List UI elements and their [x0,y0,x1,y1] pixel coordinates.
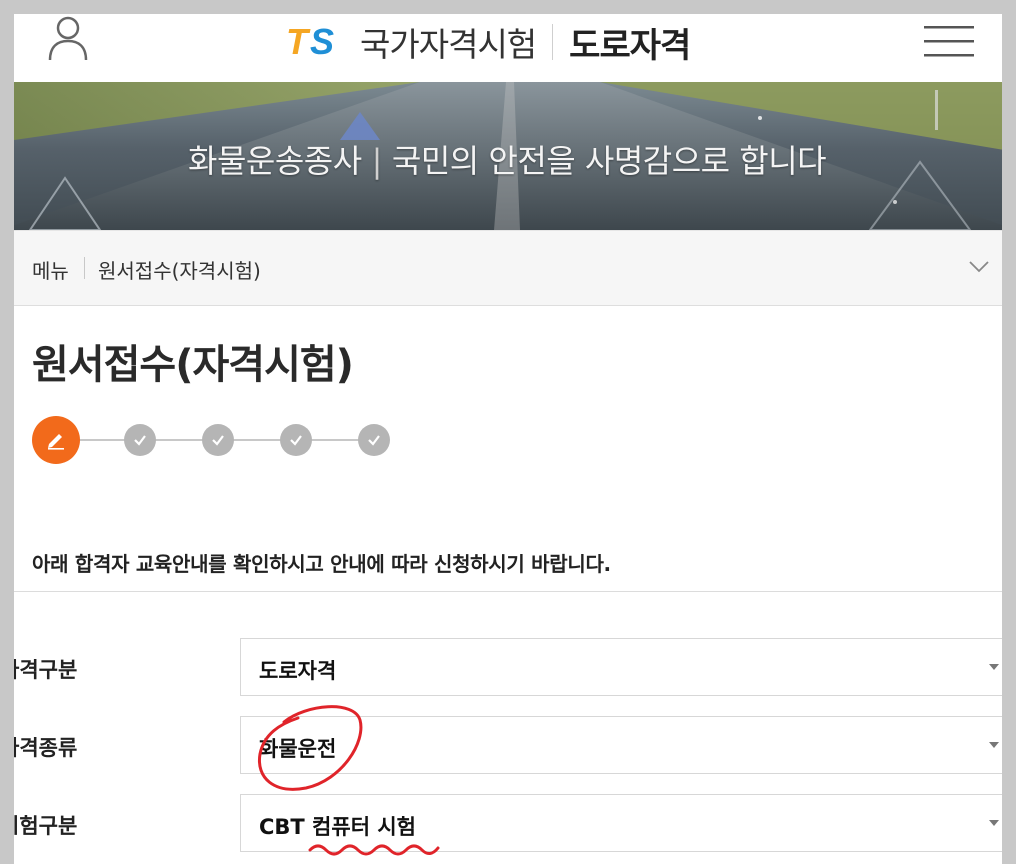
breadcrumb[interactable]: 메뉴 원서접수(자격시험) [14,230,1002,306]
step-5 [358,424,390,456]
check-icon [290,435,302,446]
check-icon [368,435,380,446]
form-label: 시험구분 [14,814,78,838]
logo-name: 국가자격시험 [360,25,537,64]
page-title: 원서접수(자격시험) [32,342,354,388]
select-value: 도로자격 [259,659,337,683]
site-logo[interactable]: T S 국가자격시험 도로자격 [286,20,691,66]
breadcrumb-menu-label[interactable]: 메뉴 [32,255,69,284]
hamburger-menu-icon[interactable] [924,24,974,58]
pencil-icon [48,434,64,450]
form-label: 자격구분 [14,658,78,682]
banner-slogan-text: 국민의 안전을 사명감으로 합니다 [391,142,827,180]
top-header: T S 국가자격시험 도로자격 [14,14,1002,82]
ts-logo-mark: T S [286,24,334,60]
caret-down-icon [989,664,999,670]
step-4 [280,424,312,456]
logo-divider [552,24,554,60]
qualification-type-select[interactable]: 화물운전 [240,716,1002,774]
exam-type-select[interactable]: CBT 컴퓨터 시험 [240,794,1002,852]
hero-banner: 화물운송종사 | 국민의 안전을 사명감으로 합니다 [14,82,1002,230]
caret-down-icon [989,820,999,826]
chevron-down-icon[interactable] [968,259,990,275]
svg-text:S: S [310,24,334,60]
form-row-exam-type: 시험구분 CBT 컴퓨터 시험 [14,794,1002,854]
check-icon [212,435,224,446]
step-2 [124,424,156,456]
form-label: 자격종류 [14,736,78,760]
step-1-current [32,416,80,464]
svg-text:T: T [286,24,311,60]
select-value: 화물운전 [259,737,337,761]
select-value: CBT 컴퓨터 시험 [259,815,416,839]
banner-slogan: 화물운송종사 | 국민의 안전을 사명감으로 합니다 [188,136,827,182]
step-indicator [32,416,432,466]
banner-separator: | [371,142,383,180]
breadcrumb-current-page[interactable]: 원서접수(자격시험) [98,255,261,284]
section-divider [14,591,1002,592]
form-row-qualification-category: 자격구분 도로자격 [14,638,1002,698]
notice-text: 아래 합격자 교육안내를 확인하시고 안내에 따라 신청하시기 바랍니다. [32,552,611,576]
check-icon [134,435,146,446]
logo-subtitle: 도로자격 [569,25,691,66]
breadcrumb-divider [84,257,85,279]
step-3 [202,424,234,456]
app-page: T S 국가자격시험 도로자격 화물운송종사 | 국민의 안전을 사명감으로 합… [14,14,1002,864]
user-icon[interactable] [46,14,90,62]
caret-down-icon [989,742,999,748]
banner-lead: 화물운송종사 [188,142,362,180]
form-row-qualification-type: 자격종류 화물운전 [14,716,1002,776]
qualification-category-select[interactable]: 도로자격 [240,638,1002,696]
